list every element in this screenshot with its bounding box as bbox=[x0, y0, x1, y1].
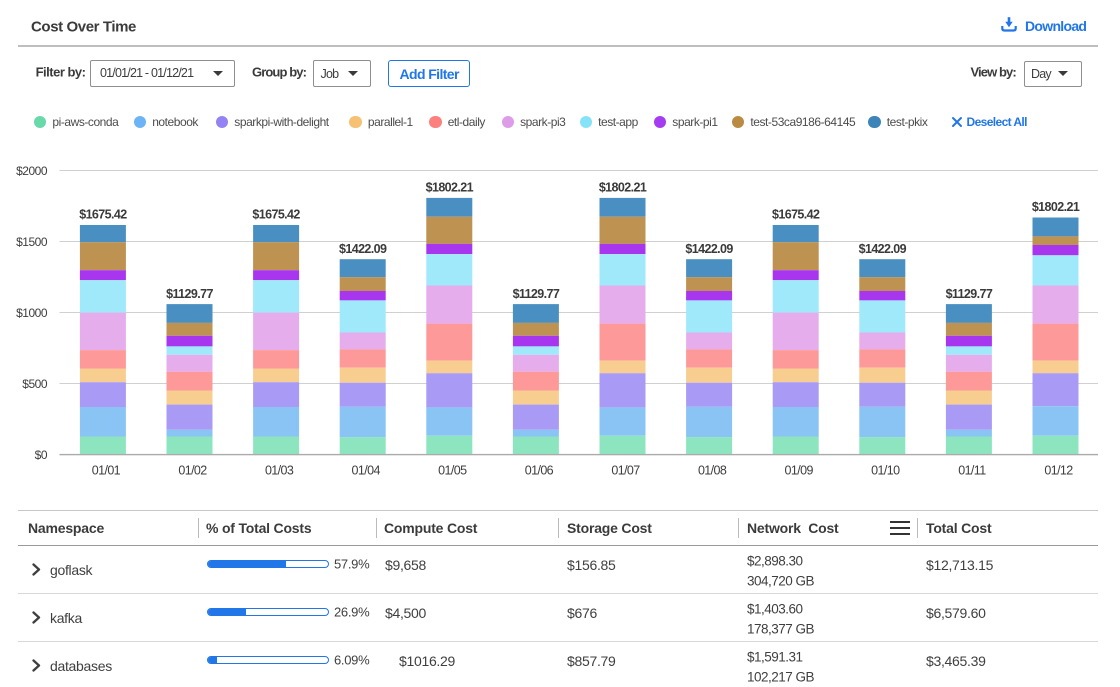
svg-text:01/08: 01/08 bbox=[698, 464, 727, 478]
svg-text:$1675.42: $1675.42 bbox=[252, 208, 300, 222]
svg-text:$1675.42: $1675.42 bbox=[772, 208, 820, 222]
svg-text:01/11: 01/11 bbox=[958, 464, 986, 478]
svg-text:01/10: 01/10 bbox=[871, 464, 900, 478]
svg-text:$1802.21: $1802.21 bbox=[599, 181, 647, 195]
svg-text:$1422.09: $1422.09 bbox=[859, 242, 907, 256]
svg-text:01/05: 01/05 bbox=[438, 464, 467, 478]
svg-text:01/01: 01/01 bbox=[92, 464, 121, 478]
svg-text:$1802.21: $1802.21 bbox=[426, 181, 474, 195]
svg-text:$0: $0 bbox=[35, 448, 48, 462]
svg-text:$500: $500 bbox=[22, 377, 48, 391]
svg-text:$1422.09: $1422.09 bbox=[339, 242, 387, 256]
svg-text:$1500: $1500 bbox=[16, 235, 48, 249]
svg-text:01/07: 01/07 bbox=[611, 464, 640, 478]
svg-text:01/02: 01/02 bbox=[178, 464, 207, 478]
svg-text:$1129.77: $1129.77 bbox=[946, 287, 993, 301]
svg-text:$1000: $1000 bbox=[16, 306, 48, 320]
svg-text:01/06: 01/06 bbox=[525, 464, 554, 478]
svg-text:01/12: 01/12 bbox=[1044, 464, 1073, 478]
svg-text:$1675.42: $1675.42 bbox=[79, 208, 127, 222]
svg-text:$2000: $2000 bbox=[16, 164, 48, 178]
svg-text:01/04: 01/04 bbox=[352, 464, 381, 478]
svg-text:$1802.21: $1802.21 bbox=[1032, 200, 1080, 214]
svg-text:01/03: 01/03 bbox=[265, 464, 294, 478]
svg-text:$1422.09: $1422.09 bbox=[685, 242, 733, 256]
svg-text:01/09: 01/09 bbox=[785, 464, 814, 478]
svg-text:$1129.77: $1129.77 bbox=[513, 287, 560, 301]
svg-text:$1129.77: $1129.77 bbox=[166, 287, 213, 301]
